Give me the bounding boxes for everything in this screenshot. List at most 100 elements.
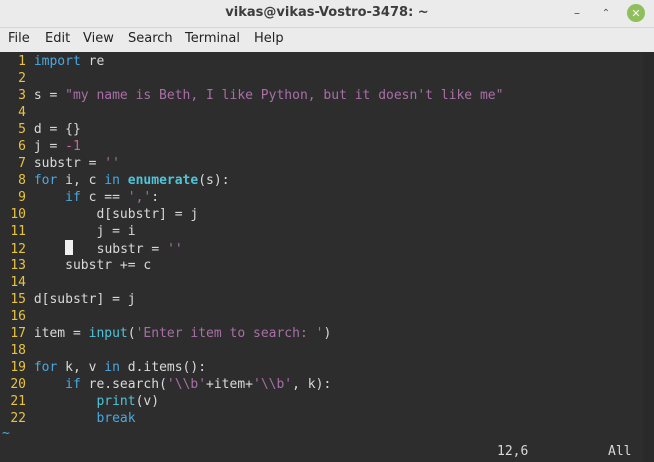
empty-line-tilde: ~ [2,426,10,441]
code-token: if [65,377,81,392]
line-number: 15 [10,292,26,307]
code-line: 11 j = i [0,223,136,240]
code-token: substr += c [33,258,152,273]
menu-terminal[interactable]: Terminal [185,31,240,46]
menu-file[interactable]: File [8,31,30,46]
close-button[interactable]: ✕ [627,4,645,22]
window-title: vikas@vikas-Vostro-3478: ~ [225,5,429,20]
menu-bar: File Edit View Search Terminal Help [0,28,654,52]
code-token: (s): [198,173,230,188]
line-number: 4 [18,105,26,120]
line-number: 8 [18,173,26,188]
line-number: 16 [10,309,26,324]
code-token: ( [127,326,136,341]
code-token: ) [323,326,332,341]
terminal-area[interactable]: ~ 1 import re 2 3 s = "my name is Beth, I… [0,52,654,462]
code-token: d = {} [33,122,81,137]
code-token: print [96,394,136,409]
code-line: 18 [0,342,34,359]
code-token: c == [80,190,128,205]
code-token: for [33,173,58,188]
code-token: -1 [65,139,81,154]
code-line: 20 if re.search('\\b'+item+'\\b', k): [0,376,331,393]
code-line: 7 substr = '' [0,155,120,172]
code-line: 16 [0,308,34,325]
line-number: 18 [10,343,26,358]
code-token: break [96,411,136,426]
maximize-button[interactable]: ⌃ [597,4,615,22]
code-line: 22 break [0,410,136,427]
code-token: substr = [73,242,168,257]
code-token: re [80,54,105,69]
code-token: +item+ [206,377,253,392]
scrollbar[interactable] [643,52,654,462]
scroll-indicator: All [608,444,632,459]
code-token: ',' [127,190,152,205]
code-token: d.items(): [119,360,207,375]
code-token: '' [167,242,183,257]
menu-help[interactable]: Help [254,31,284,46]
menu-view[interactable]: View [83,31,114,46]
line-number: 3 [18,88,26,103]
menu-edit[interactable]: Edit [45,31,70,46]
code-line: 9 if c == ',': [0,189,159,206]
code-line: 19 for k, v in d.items(): [0,359,206,376]
code-token: '' [104,156,120,171]
title-bar[interactable]: vikas@vikas-Vostro-3478: ~ – ⌃ ✕ [0,0,654,28]
line-number: 11 [10,224,26,239]
code-line: 1 import re [0,53,104,70]
line-number: 12 [10,242,26,257]
line-number: 7 [18,156,26,171]
code-line: 4 [0,104,34,121]
code-line: 21 print(v) [0,393,159,410]
code-token: import [33,54,81,69]
code-token: d[substr] = j [33,207,199,222]
code-line: 3 s = "my name is Beth, I like Python, b… [0,87,503,104]
code-line: 6 j = -1 [0,138,81,155]
line-number: 14 [10,275,26,290]
line-number: 9 [18,190,26,205]
code-token: if [65,190,81,205]
terminal-window: vikas@vikas-Vostro-3478: ~ – ⌃ ✕ File Ed… [0,0,654,462]
code-token: '\\b' [166,377,207,392]
code-token: substr = [33,156,105,171]
code-token: , k): [292,377,332,392]
code-token: (v) [135,394,160,409]
code-line: 10 d[substr] = j [0,206,198,223]
menu-search[interactable]: Search [128,31,173,46]
code-token: d[substr] = j [33,292,136,307]
text-cursor [65,240,74,255]
code-token: j = i [33,224,136,239]
line-number: 5 [18,122,26,137]
code-token: in [104,173,120,188]
code-token: : [151,190,160,205]
code-token: "my name is Beth, I like Python, but it … [65,88,504,103]
line-number: 22 [10,411,26,426]
line-number: 10 [10,207,26,222]
code-line: 2 [0,70,34,87]
line-number: 13 [10,258,26,273]
code-line: 15 d[substr] = j [0,291,136,308]
code-line: 13 substr += c [0,257,151,274]
line-number: 21 [10,394,26,409]
code-token: s = [33,88,66,103]
code-token: '\\b' [253,377,293,392]
code-token: item = [33,326,89,341]
code-token: 'Enter item to search: ' [135,326,324,341]
code-token: j = [33,139,66,154]
line-number: 19 [10,360,26,375]
code-token: enumerate [127,173,199,188]
line-number: 6 [18,139,26,154]
code-line: 17 item = input('Enter item to search: '… [0,325,331,342]
code-token: i, c [57,173,105,188]
line-number: 17 [10,326,26,341]
minimize-button[interactable]: – [568,4,586,22]
line-number: 20 [10,377,26,392]
code-token: input [88,326,128,341]
